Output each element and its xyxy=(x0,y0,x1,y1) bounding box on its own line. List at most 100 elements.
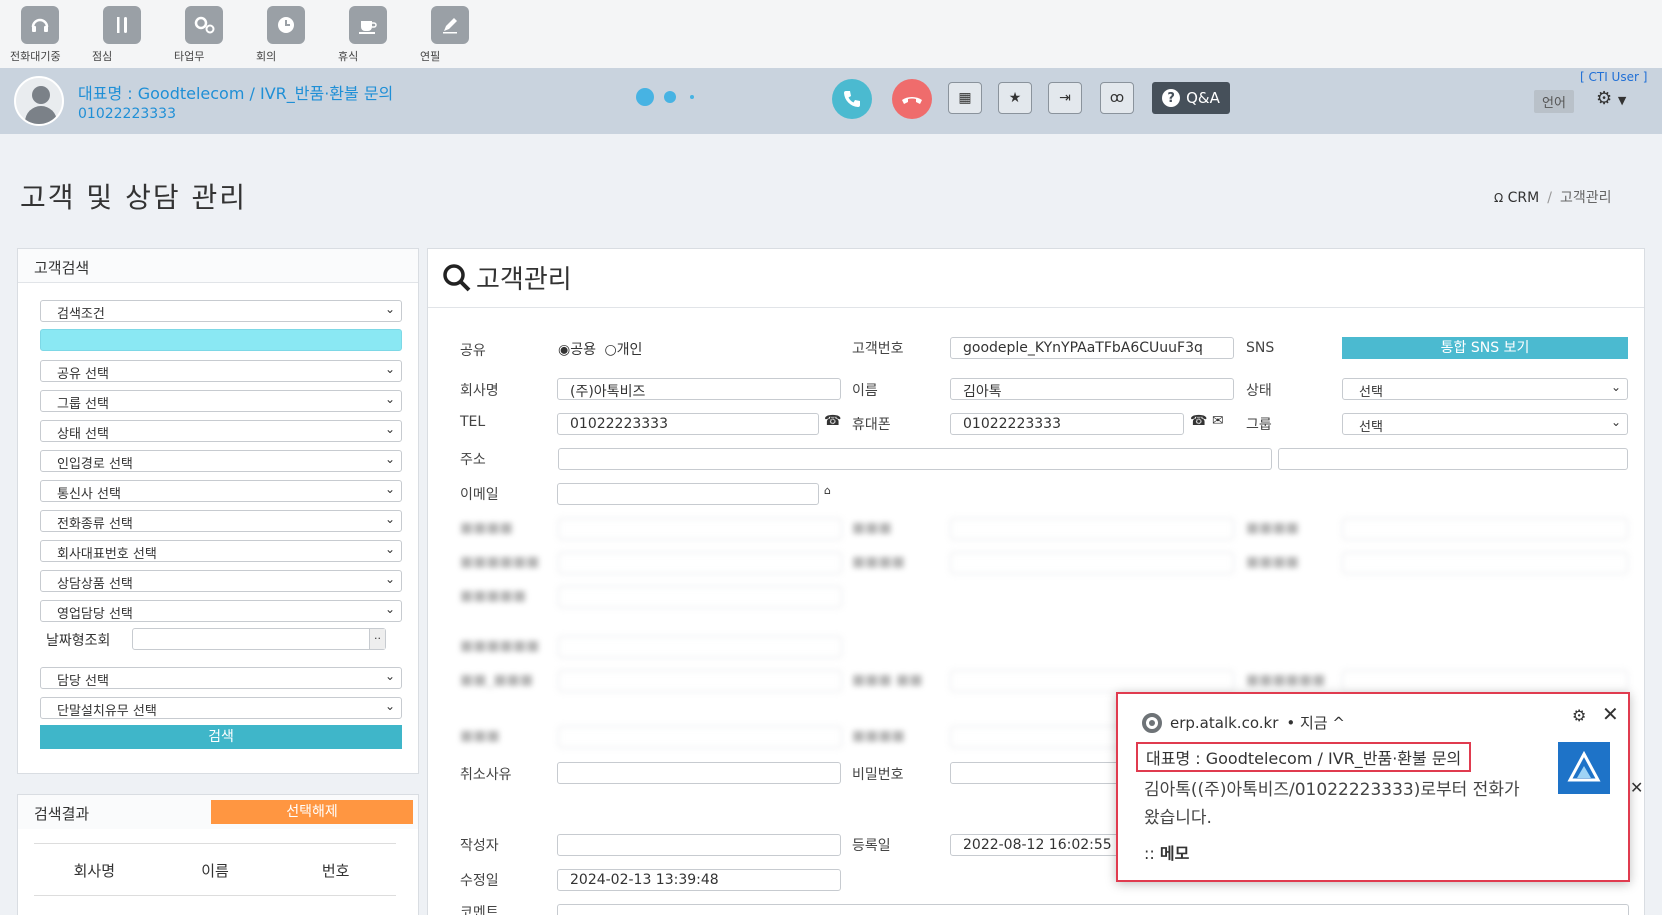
search-button[interactable]: 검색 xyxy=(40,725,402,749)
customer-no-label: 고객번호 xyxy=(852,341,904,357)
status-phone-waiting[interactable]: 전화대기중 xyxy=(10,6,70,63)
mod-date-label: 수정일 xyxy=(460,873,499,889)
gear-icon[interactable]: ⚙ xyxy=(1572,706,1586,725)
close-icon[interactable]: ✕ xyxy=(1602,702,1619,726)
device-install-select[interactable]: 단말설치유무 선택 ⌄ xyxy=(40,697,402,719)
memo-action[interactable]: :: 메모 xyxy=(1144,840,1189,864)
notification-title: 대표명 : Goodtelecom / IVR_반품·환불 문의 xyxy=(1136,742,1472,772)
sns-label: SNS xyxy=(1246,340,1275,356)
inbox-icon[interactable]: ⌂ xyxy=(824,484,831,497)
column-header[interactable]: 번호 xyxy=(275,844,396,889)
chevron-down-icon: ⌄ xyxy=(384,602,395,616)
search-condition-select[interactable]: 검색조건 ⌄ xyxy=(40,300,402,322)
mobile-field[interactable]: 01022223333 xyxy=(950,413,1184,435)
status-select[interactable]: 상태 선택 ⌄ xyxy=(40,420,402,442)
envelope-icon[interactable]: ✉ xyxy=(1212,413,1224,429)
status-break[interactable]: 휴식 xyxy=(338,6,398,63)
address-field[interactable] xyxy=(558,448,1272,470)
panel-heading: 고객관리 xyxy=(442,259,572,296)
chevron-down-icon: ⌄ xyxy=(384,542,395,556)
radio-public[interactable]: ◉ xyxy=(558,342,570,358)
pencil-icon xyxy=(431,6,469,44)
chevron-down-icon: ⌄ xyxy=(384,392,395,406)
share-radio-group: ◉공용 ○개인 xyxy=(558,342,643,358)
status-meeting[interactable]: 회의 xyxy=(256,6,316,63)
radio-private[interactable]: ○ xyxy=(604,342,616,358)
qa-button[interactable]: ? Q&A xyxy=(1152,82,1230,114)
date-range-input[interactable]: .. xyxy=(132,628,386,650)
chevron-down-icon: ⌄ xyxy=(384,699,395,713)
phone-call-icon[interactable]: ☎ xyxy=(824,413,841,429)
favorite-button[interactable]: ★ xyxy=(998,82,1032,114)
status-label: 휴식 xyxy=(338,50,359,63)
close-icon[interactable]: ✕ xyxy=(1630,778,1643,797)
answer-call-button[interactable] xyxy=(832,79,872,119)
tel-field[interactable]: 01022223333 xyxy=(557,413,819,435)
sign-in-icon: ⇥ xyxy=(1059,90,1071,106)
phone-call-icon[interactable]: ☎ xyxy=(1190,413,1207,429)
caret-down-icon: ▼ xyxy=(1617,94,1627,107)
reg-date-field[interactable]: 2022-08-12 16:02:55 xyxy=(950,834,1120,856)
manager-select[interactable]: 담당 선택 ⌄ xyxy=(40,667,402,689)
customer-no-field[interactable]: goodeple_KYnYPAaTFbA6CUuuF3q xyxy=(950,337,1234,359)
coffee-icon xyxy=(349,6,387,44)
sales-manager-select[interactable]: 영업담당 선택 ⌄ xyxy=(40,600,402,622)
utensils-icon xyxy=(103,6,141,44)
email-field[interactable] xyxy=(557,483,819,505)
star-icon: ★ xyxy=(1008,90,1022,106)
status-other-work[interactable]: 타업무 xyxy=(174,6,234,63)
chevron-down-icon: ⌄ xyxy=(384,452,395,466)
author-field[interactable] xyxy=(557,834,841,856)
clock-icon xyxy=(267,6,305,44)
group-select[interactable]: 그룹 선택 ⌄ xyxy=(40,390,402,412)
carrier-select[interactable]: 통신사 선택 ⌄ xyxy=(40,480,402,502)
search-keyword-input[interactable] xyxy=(40,329,402,351)
chevron-down-icon: ⌄ xyxy=(1610,380,1621,394)
password-label: 비밀번호 xyxy=(852,767,904,783)
call-notification-popup[interactable]: erp.atalk.co.kr • 지금 ^ ⚙ ✕ 대표명 : Goodtel… xyxy=(1116,692,1630,882)
column-header[interactable]: 이름 xyxy=(155,844,276,889)
group-select[interactable]: 선택 ⌄ xyxy=(1342,413,1628,435)
status-label: 전화대기중 xyxy=(10,50,61,63)
customer-search-panel: 고객검색 검색조건 ⌄ 공유 선택 ⌄ 그룹 선택 ⌄ 상태 선택 ⌄ 인입경로 선택 ⌄… xyxy=(17,248,419,774)
voicemail-button[interactable]: ꝏ xyxy=(1100,82,1134,114)
cti-user-link[interactable]: [ CTI User ] xyxy=(1580,70,1647,84)
status-select[interactable]: 선택 ⌄ xyxy=(1342,378,1628,400)
unselect-button[interactable]: 선택해제 xyxy=(211,800,413,824)
hangup-call-button[interactable] xyxy=(892,79,932,119)
column-header[interactable]: 회사명 xyxy=(34,844,155,889)
settings-dropdown[interactable]: ⚙ ▼ xyxy=(1596,88,1626,109)
cancel-reason-field[interactable] xyxy=(557,762,841,784)
mod-date-field[interactable]: 2024-02-13 13:39:48 xyxy=(557,869,841,891)
status-lunch[interactable]: 점심 xyxy=(92,6,152,63)
address-detail-field[interactable] xyxy=(1278,448,1628,470)
company-number-select[interactable]: 회사대표번호 선택 ⌄ xyxy=(40,540,402,562)
sns-view-button[interactable]: 통합 SNS 보기 xyxy=(1342,337,1628,359)
blurred-form-area: ■■■■ ■■■ ■■■■ ■■■■■■ ■■■■ ■■■■ ■■■■■ ■■■… xyxy=(458,516,1628,716)
password-field[interactable] xyxy=(950,762,1120,784)
chevron-down-icon: ⌄ xyxy=(384,422,395,436)
language-button[interactable]: 언어 xyxy=(1534,90,1574,113)
mobile-label: 휴대폰 xyxy=(852,417,891,433)
question-icon: ? xyxy=(1162,89,1181,107)
status-label: 상태 xyxy=(1246,383,1272,399)
status-pencil[interactable]: 연필 xyxy=(420,6,480,63)
breadcrumb: Ω CRM / 고객관리 xyxy=(1494,190,1612,206)
keypad-button[interactable]: ▦ xyxy=(948,82,982,114)
status-label: 연필 xyxy=(420,50,441,63)
search-results-panel: 검색결과 선택해제 회사명 이름 번호 xyxy=(17,794,419,915)
company-field[interactable]: (주)아톡비즈 xyxy=(557,378,841,400)
breadcrumb-crm[interactable]: CRM xyxy=(1508,190,1540,206)
phone-type-select[interactable]: 전화종류 선택 ⌄ xyxy=(40,510,402,532)
share-select[interactable]: 공유 선택 ⌄ xyxy=(40,360,402,382)
comment-field[interactable] xyxy=(557,904,1629,915)
author-label: 작성자 xyxy=(460,838,499,854)
chevron-down-icon: ⌄ xyxy=(384,302,395,316)
inbound-route-select[interactable]: 인입경로 선택 ⌄ xyxy=(40,450,402,472)
call-bar: 대표명 : Goodtelecom / IVR_반품·환불 문의 0102222… xyxy=(0,68,1662,134)
notification-time[interactable]: • 지금 ^ xyxy=(1286,712,1345,733)
name-field[interactable]: 김아톡 xyxy=(950,378,1234,400)
transfer-button[interactable]: ⇥ xyxy=(1048,82,1082,114)
date-picker-button[interactable]: .. xyxy=(369,629,385,649)
consult-product-select[interactable]: 상담상품 선택 ⌄ xyxy=(40,570,402,592)
